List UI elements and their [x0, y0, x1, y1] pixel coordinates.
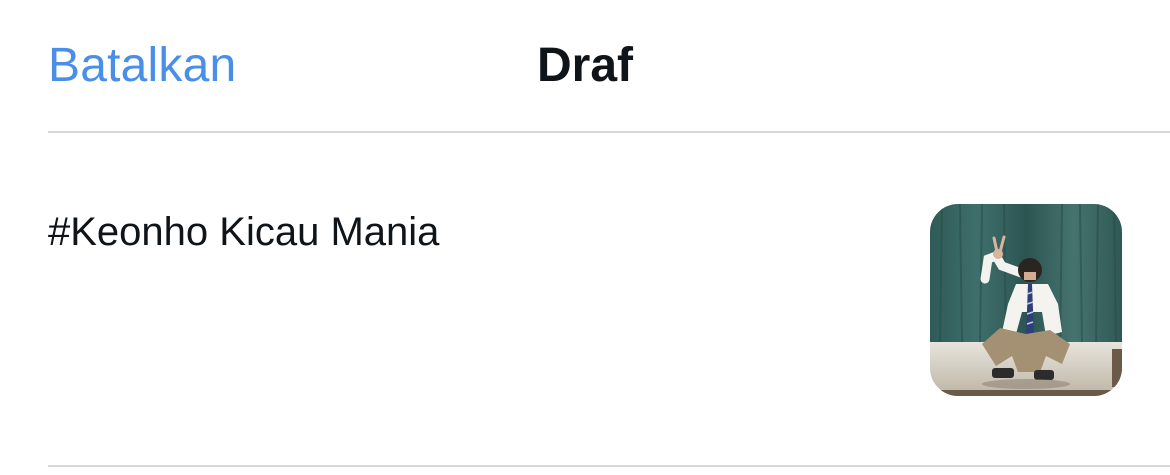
header: Batalkan Draf [0, 0, 1170, 132]
photo-thumbnail-icon [930, 204, 1122, 396]
page-title-text: Draf [536, 39, 634, 92]
row-divider [48, 465, 1170, 467]
draft-thumbnail[interactable] [930, 204, 1122, 396]
draft-text: #Keonho Kicau Mania [48, 210, 440, 254]
draft-list-item[interactable]: #Keonho Kicau Mania [0, 133, 1170, 465]
drafts-sheet: Batalkan Draf #Keonho Kicau Mania [0, 0, 1170, 475]
page-title: Draf [0, 38, 1170, 94]
